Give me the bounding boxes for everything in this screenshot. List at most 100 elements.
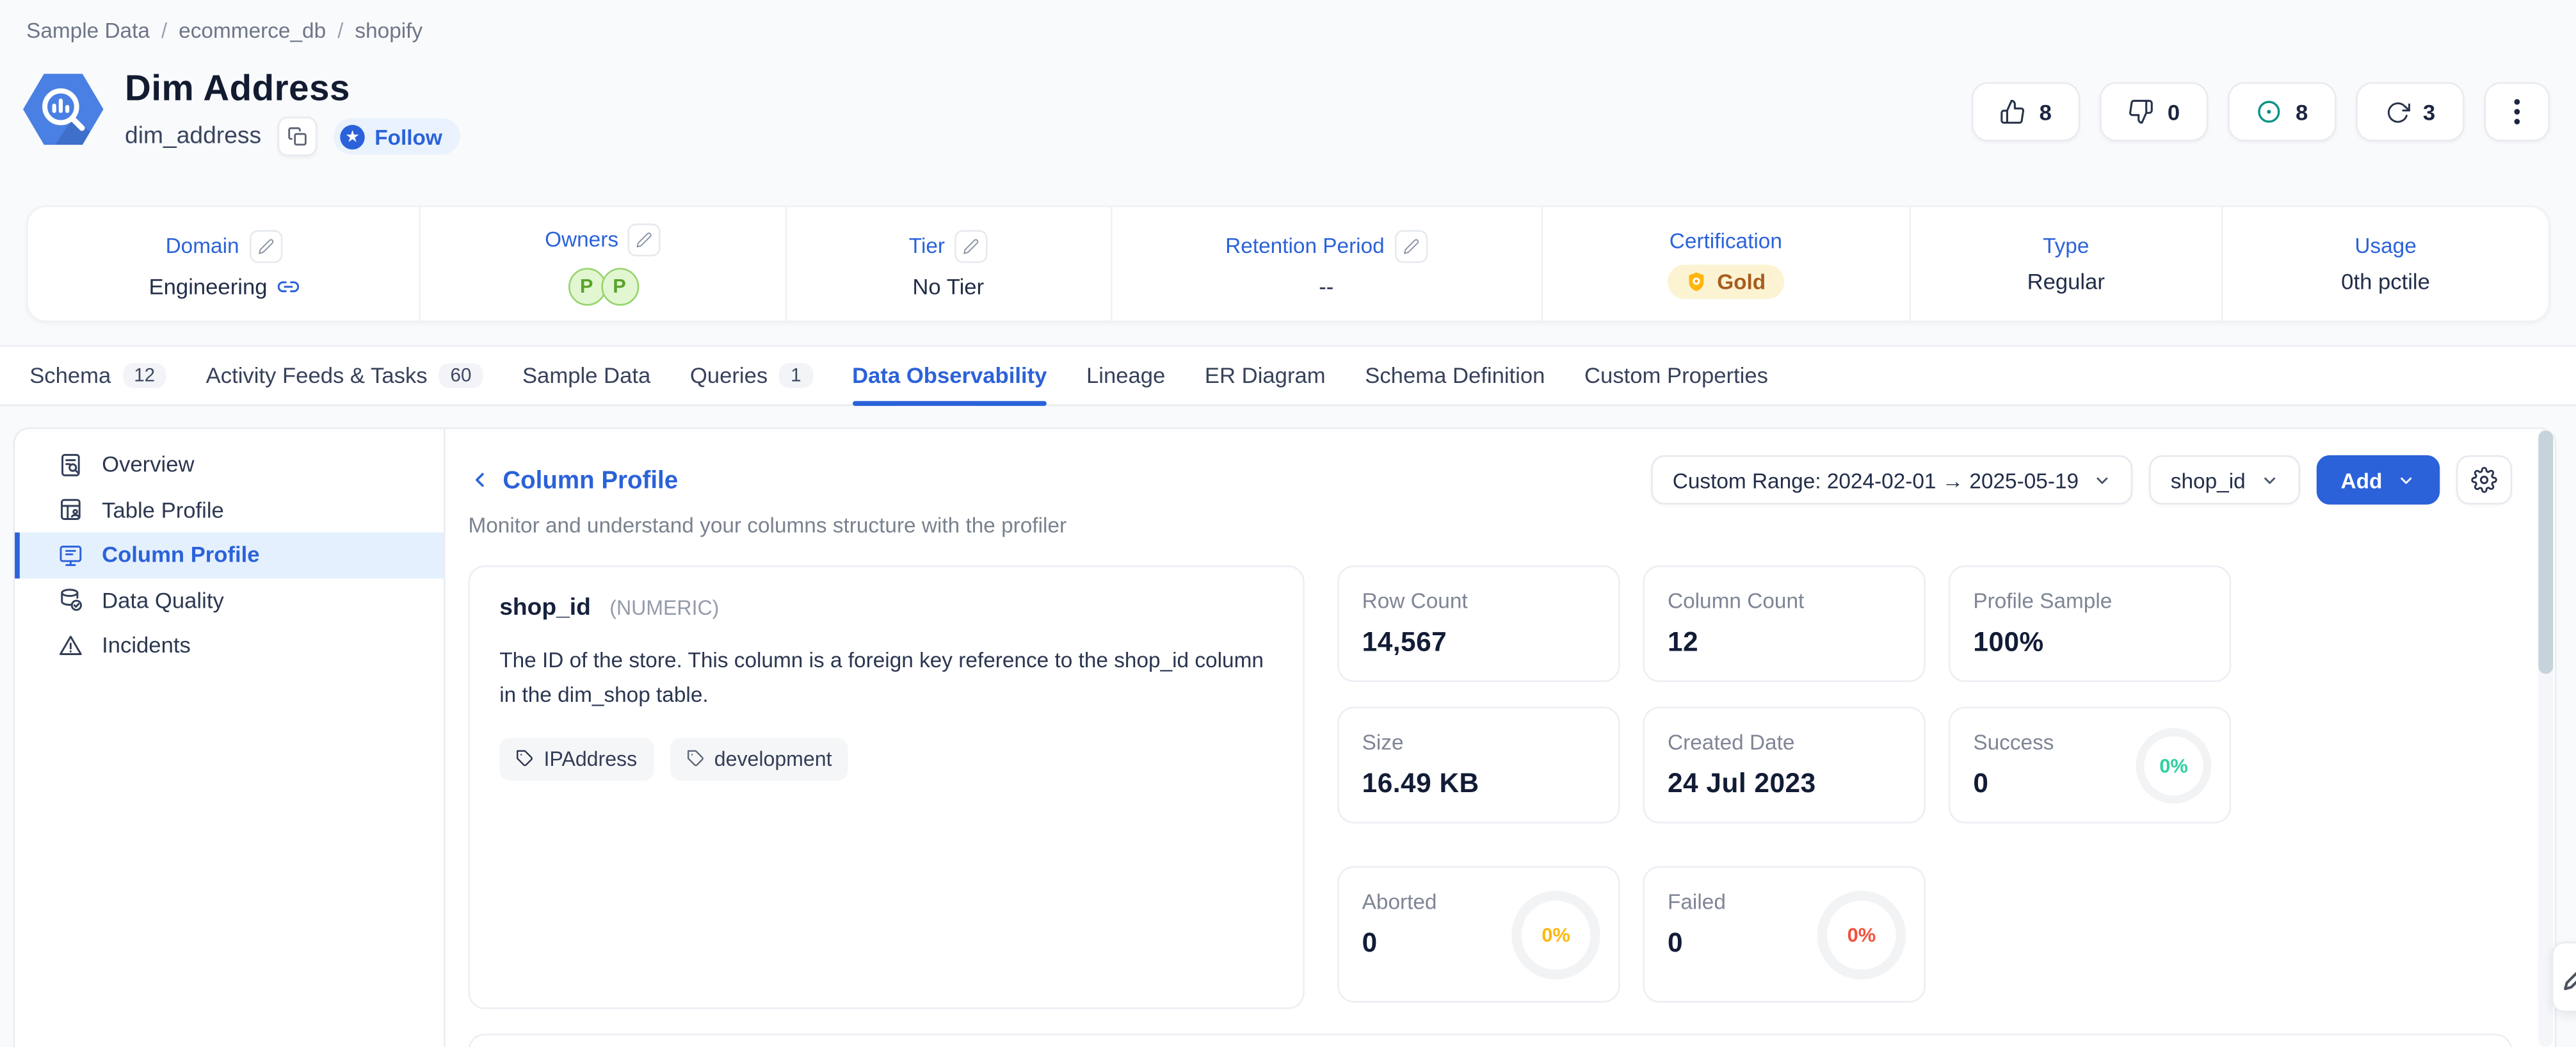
sidebar-item-table-profile[interactable]: Table Profile: [15, 487, 444, 533]
copy-icon[interactable]: [278, 117, 318, 156]
next-section-card: [468, 1034, 2512, 1047]
chevron-down-icon: [2260, 471, 2278, 489]
stat-created-date: Created Date 24 Jul 2023: [1643, 707, 1926, 824]
success-percent-ring: 0%: [2136, 727, 2211, 803]
meta-retention-period: Retention Period --: [1111, 207, 1542, 320]
follow-button[interactable]: ★ Follow: [334, 118, 460, 154]
thumbs-up-icon: [2000, 99, 2026, 125]
tab-lineage[interactable]: Lineage: [1086, 347, 1165, 405]
pencil-widget-icon: [2563, 964, 2576, 990]
upvote-button[interactable]: 8: [1972, 82, 2080, 141]
type-label: Type: [2043, 233, 2089, 257]
tag-pill[interactable]: IPAddress: [499, 737, 654, 780]
tag-icon: [686, 750, 704, 768]
entity-meta-bar: Domain Engineering Owners P P Tier No Ti…: [26, 206, 2550, 322]
edit-pencil-icon[interactable]: [954, 229, 987, 262]
tab-count-badge: 1: [779, 363, 812, 387]
retention-label: Retention Period: [1225, 233, 1385, 257]
chevron-down-icon: [2397, 471, 2415, 489]
breadcrumb-item-service[interactable]: Sample Data: [26, 18, 150, 42]
star-icon: ★: [340, 124, 364, 149]
breadcrumb-item-schema[interactable]: shopify: [355, 18, 423, 42]
tab-data-observability[interactable]: Data Observability: [852, 347, 1047, 405]
link-icon: [277, 275, 298, 296]
incidents-icon: [58, 632, 84, 658]
kebab-menu-icon: [2514, 99, 2520, 125]
stat-profile-sample: Profile Sample 100%: [1949, 565, 2231, 682]
avatar[interactable]: P: [600, 267, 638, 305]
tab-custom-properties[interactable]: Custom Properties: [1584, 347, 1768, 405]
table-profile-icon: [58, 497, 84, 523]
floating-edit-widget[interactable]: [2552, 942, 2576, 1012]
tier-label: Tier: [909, 233, 945, 257]
edit-pencil-icon[interactable]: [1394, 229, 1427, 262]
section-subtitle: Monitor and understand your columns stru…: [468, 513, 2512, 537]
column-description: The ID of the store. This column is a fo…: [499, 644, 1285, 713]
settings-button[interactable]: [2456, 455, 2512, 505]
sidebar-item-column-profile[interactable]: Column Profile: [15, 533, 444, 578]
tab-queries[interactable]: Queries1: [690, 347, 813, 405]
breadcrumb-separator: /: [337, 18, 343, 42]
sidebar-item-incidents[interactable]: Incidents: [15, 623, 444, 669]
edit-pencil-icon[interactable]: [249, 229, 282, 262]
sidebar-item-overview[interactable]: Overview: [15, 442, 444, 487]
certification-label: Certification: [1670, 229, 1782, 253]
breadcrumb-item-database[interactable]: ecommerce_db: [179, 18, 326, 42]
column-card: shop_id (NUMERIC) The ID of the store. T…: [468, 565, 1304, 1009]
column-select-dropdown[interactable]: shop_id: [2149, 455, 2299, 505]
stat-success: Success 0 0%: [1949, 707, 2231, 824]
target-dot-icon: [2256, 99, 2282, 125]
sidebar-item-data-quality[interactable]: Data Quality: [15, 578, 444, 623]
usage-label: Usage: [2355, 233, 2416, 257]
screen: Sample Data / ecommerce_db / shopify Dim…: [0, 0, 2576, 1047]
tag-pill[interactable]: development: [670, 737, 848, 780]
column-name: shop_id: [499, 595, 591, 621]
owner-avatars: P P: [568, 267, 638, 305]
more-menu-button[interactable]: [2484, 82, 2550, 141]
meta-domain: Domain Engineering: [28, 207, 421, 320]
column-profile-icon: [58, 542, 84, 568]
owners-label: Owners: [545, 227, 618, 251]
scrollbar-thumb[interactable]: [2538, 430, 2553, 674]
downvote-button[interactable]: 0: [2100, 82, 2208, 141]
tab-activity-feeds[interactable]: Activity Feeds & Tasks60: [206, 347, 483, 405]
date-range-dropdown[interactable]: Custom Range: 2024-02-01 → 2025-05-19: [1651, 455, 2132, 505]
tab-sample-data[interactable]: Sample Data: [522, 347, 650, 405]
entity-tabs: Schema12 Activity Feeds & Tasks60 Sample…: [0, 345, 2576, 406]
failed-percent-ring: 0%: [1817, 890, 1906, 979]
certification-badge[interactable]: Gold: [1668, 264, 1783, 299]
app-canvas: Sample Data / ecommerce_db / shopify Dim…: [0, 0, 2576, 1047]
back-to-profile-button[interactable]: Column Profile: [468, 466, 678, 494]
stat-row-count: Row Count 14,567: [1337, 565, 1620, 682]
bigquery-hex-icon: [21, 66, 105, 153]
entity-actions: 8 0 8 3: [1972, 82, 2550, 141]
edit-pencil-icon[interactable]: [628, 223, 661, 256]
version-history-button[interactable]: 3: [2356, 82, 2464, 141]
chevron-left-icon: [468, 468, 491, 491]
meta-usage: Usage 0th pctile: [2223, 207, 2548, 320]
stat-failed: Failed 0 0%: [1643, 866, 1926, 1003]
avatar[interactable]: P: [568, 267, 606, 305]
tab-schema[interactable]: Schema12: [29, 347, 166, 405]
chevron-down-icon: [2093, 471, 2111, 489]
tab-er-diagram[interactable]: ER Diagram: [1205, 347, 1326, 405]
tab-count-badge: 12: [122, 363, 166, 387]
page-title: Dim Address: [125, 67, 350, 110]
domain-value[interactable]: Engineering: [149, 273, 268, 298]
stat-size: Size 16.49 KB: [1337, 707, 1620, 824]
tier-value: No Tier: [912, 273, 984, 298]
stat-column-count: Column Count 12: [1643, 565, 1926, 682]
entity-name: dim_address: [125, 123, 261, 149]
stat-aborted: Aborted 0 0%: [1337, 866, 1620, 1003]
tab-schema-definition[interactable]: Schema Definition: [1365, 347, 1545, 405]
meta-certification: Certification Gold: [1543, 207, 1911, 320]
watch-button[interactable]: 8: [2228, 82, 2336, 141]
column-profile-main: Column Profile Custom Range: 2024-02-01 …: [446, 429, 2555, 1047]
meta-type: Type Regular: [1910, 207, 2223, 320]
meta-owners: Owners P P: [421, 207, 787, 320]
retention-value: --: [1319, 273, 1333, 298]
domain-label: Domain: [166, 233, 239, 257]
data-quality-icon: [58, 587, 84, 613]
observability-panel: Overview Table Profile Column Profile Da…: [13, 427, 2557, 1047]
add-button[interactable]: Add: [2316, 455, 2440, 505]
